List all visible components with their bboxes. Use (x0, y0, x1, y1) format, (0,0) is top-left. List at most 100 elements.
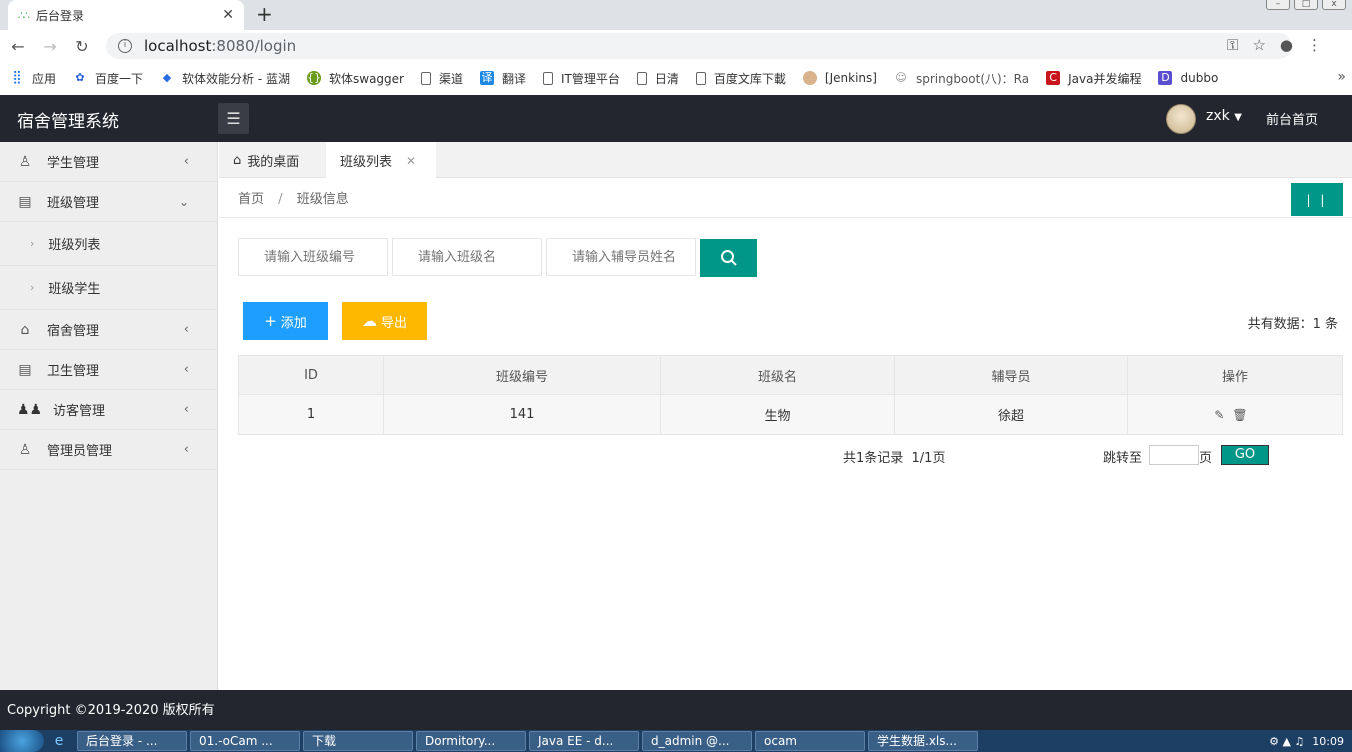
search-icon (720, 250, 737, 266)
sidebar-item-dorm[interactable]: ⌂ 宿舍管理 ‹ (0, 310, 217, 350)
delete-trash-icon[interactable]: 🗑 (1232, 408, 1255, 422)
page-unit-label: 页 (1199, 451, 1213, 466)
info-icon[interactable]: i (118, 39, 132, 53)
apps-grid-icon: ⣿ (12, 70, 22, 85)
table-cell: 1 (238, 394, 384, 435)
column-header: 操作 (1127, 355, 1343, 395)
refresh-button[interactable]: | | (1291, 183, 1343, 216)
url-field[interactable]: i localhost:8080/login (106, 33, 1292, 59)
sidebar-toggle-menu-icon[interactable]: ☰ (218, 103, 249, 134)
taskbar-item[interactable]: 学生数据.xls... (868, 731, 978, 751)
jump-label: 跳转至 (1103, 451, 1143, 466)
user-menu[interactable]: zxk ▼ (1206, 108, 1242, 124)
edit-pencil-icon[interactable]: ✎ (1214, 408, 1232, 422)
go-button[interactable]: GO (1221, 445, 1269, 465)
taskbar-item[interactable]: d_admin @... (642, 731, 752, 751)
content-tabs: ⌂ 我的桌面 班级列表 ✕ (219, 142, 1352, 179)
bookmark-translate[interactable]: 译翻译 (480, 70, 526, 87)
bookmark-java[interactable]: C Java并发编程 (1046, 70, 1141, 87)
class-name-input[interactable] (392, 238, 542, 276)
sidebar-subitem-class-students[interactable]: › 班级学生 (0, 266, 217, 310)
close-icon[interactable]: ✕ (406, 154, 416, 168)
star-icon[interactable]: ☆ (1252, 36, 1265, 54)
csdn-icon: C (1046, 71, 1061, 85)
ie-icon[interactable]: e (44, 733, 74, 749)
taskbar-item[interactable]: 后台登录 - ... (77, 731, 187, 751)
springboot-icon: ☺ (895, 71, 907, 84)
caret-down-icon: ▼ (1234, 112, 1242, 123)
browser-tab[interactable]: ∴∴ 后台登录 ✕ (8, 0, 244, 30)
minimize-icon[interactable]: – (1266, 0, 1290, 10)
avatar[interactable] (1166, 104, 1196, 134)
search-button[interactable] (700, 239, 757, 277)
tab-class-list[interactable]: 班级列表 ✕ (326, 142, 436, 179)
address-bar-actions: ⚿ ☆ ● ⋮ (1227, 36, 1322, 54)
front-home-link[interactable]: 前台首页 (1266, 109, 1318, 128)
forward-icon[interactable]: → (34, 37, 66, 56)
taskbar-item[interactable]: 下载 (303, 731, 413, 751)
profile-icon[interactable]: ● (1280, 36, 1293, 54)
address-bar-row: ← → ↻ i localhost:8080/login (0, 30, 1352, 62)
close-tab-icon[interactable]: ✕ (222, 7, 234, 23)
chevron-left-icon: ‹ (183, 402, 189, 417)
column-header: 辅导员 (894, 355, 1128, 395)
column-header: 班级编号 (383, 355, 661, 395)
baidu-paw-icon: ✿ (75, 71, 85, 84)
bookmark-lanhu[interactable]: ◆ 软体效能分析 - 蓝湖 (160, 70, 290, 87)
export-button[interactable]: ☁ 导出 (342, 302, 427, 340)
chevron-down-icon: ⌄ (178, 194, 189, 209)
browser-menu-icon[interactable]: ⋮ (1307, 36, 1322, 54)
os-taskbar: e 后台登录 - ... 01.-oCam ... 下载 Dormitory..… (0, 730, 1352, 752)
tab-desktop[interactable]: ⌂ 我的桌面 (233, 142, 299, 178)
class-table: ID 班级编号 班级名 辅导员 操作 1 141 生物 徐超 ✎🗑 (238, 355, 1343, 435)
users-icon: ♟♟ (17, 401, 43, 418)
admin-user-icon: ♙ (18, 441, 32, 458)
taskbar-item[interactable]: Dormitory... (416, 731, 526, 751)
lanhu-icon: ◆ (162, 71, 172, 84)
bookmark-daily[interactable]: 日清 (636, 70, 679, 87)
breadcrumb-home[interactable]: 首页 (238, 192, 264, 207)
page-icon (636, 71, 647, 85)
class-doc-icon: ▤ (18, 193, 32, 210)
sidebar-item-hygiene[interactable]: ▤ 卫生管理 ‹ (0, 350, 217, 390)
hygiene-doc-icon: ▤ (18, 361, 32, 378)
taskbar-item[interactable]: Java EE - d... (529, 731, 639, 751)
counselor-name-input[interactable] (546, 238, 696, 276)
bookmark-channel[interactable]: 渠道 (420, 70, 463, 87)
sidebar: ♙ 学生管理 ‹ ▤ 班级管理 ⌄ › 班级列表 › 班级学生 ⌂ 宿舍管理 ‹… (0, 142, 218, 690)
bookmark-swagger[interactable]: {} 软体swagger (307, 70, 404, 87)
bookmark-dubbo[interactable]: Ddubbo (1158, 71, 1218, 85)
page-icon (695, 71, 706, 85)
taskbar-item[interactable]: 01.-oCam ... (190, 731, 300, 751)
sidebar-item-student[interactable]: ♙ 学生管理 ‹ (0, 142, 217, 182)
sidebar-subitem-class-list[interactable]: › 班级列表 (0, 222, 217, 266)
browser-tab-strip: ∴∴ 后台登录 ✕ + – □ x (0, 0, 1352, 30)
close-window-icon[interactable]: x (1322, 0, 1346, 10)
maximize-icon[interactable]: □ (1294, 0, 1318, 10)
bookmark-baidu[interactable]: ✿ 百度一下 (73, 70, 143, 87)
column-header: 班级名 (660, 355, 895, 395)
add-button[interactable]: + 添加 (243, 302, 328, 340)
chevron-left-icon: ‹ (183, 322, 189, 337)
taskbar-item[interactable]: ocam (755, 731, 865, 751)
table-cell: 生物 (660, 394, 895, 435)
bookmark-apps[interactable]: ⣿ 应用 (10, 70, 56, 87)
bookmark-wenku[interactable]: 百度文库下載 (695, 70, 786, 87)
tray-icons[interactable]: ⚙ ▲ ♫ (1269, 735, 1304, 748)
bookmarks-overflow-icon[interactable]: » (1337, 69, 1346, 85)
clock[interactable]: 10:09 (1312, 735, 1344, 748)
jump-page-input[interactable] (1149, 445, 1199, 465)
new-tab-icon[interactable]: + (256, 2, 273, 26)
sidebar-item-admin[interactable]: ♙ 管理员管理 ‹ (0, 430, 217, 470)
breadcrumb-separator: / (278, 192, 283, 207)
reload-icon[interactable]: ↻ (66, 37, 98, 56)
start-orb-icon[interactable] (0, 730, 44, 752)
sidebar-item-class[interactable]: ▤ 班级管理 ⌄ (0, 182, 217, 222)
bookmark-jenkins[interactable]: [Jenkins] (802, 71, 877, 85)
class-number-input[interactable] (238, 238, 388, 276)
bookmark-it-platform[interactable]: IT管理平台 (543, 70, 620, 87)
bookmark-springboot[interactable]: ☺ springboot(八)：Ra (894, 70, 1029, 87)
key-icon[interactable]: ⚿ (1227, 36, 1238, 54)
back-icon[interactable]: ← (2, 37, 34, 56)
sidebar-item-visitor[interactable]: ♟♟ 访客管理 ‹ (0, 390, 217, 430)
